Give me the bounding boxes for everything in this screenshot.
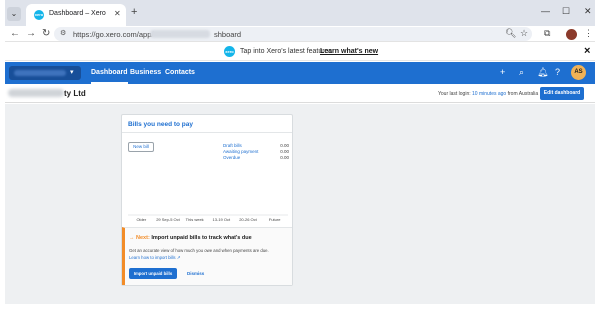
url-text-tail: shboard [214, 30, 242, 39]
bookmark-star-icon[interactable]: ☆ [520, 28, 528, 39]
arrow-right-icon: → [129, 235, 135, 241]
top-navigation: ▾ Dashboard Business Contacts + ⌕ 🔔︎ ? A… [0, 62, 600, 84]
search-icon[interactable]: ⌕ [519, 67, 524, 78]
tab-close-icon[interactable]: ✕ [114, 9, 121, 18]
tab-search-chevron-icon[interactable]: ⌄ [7, 7, 21, 21]
overdue-value: 0.00 [280, 155, 289, 160]
org-name-redacted [8, 89, 64, 97]
announcement-banner: xero Tap into Xero's latest features. Le… [0, 43, 600, 61]
create-new-icon[interactable]: + [500, 67, 505, 77]
organisation-header: ty Ltd Your last login: 10 minutes ago f… [0, 84, 600, 103]
last-login-info: Your last login: 10 minutes ago from Aus… [438, 91, 538, 97]
awaiting-payment-value: 0.00 [280, 149, 289, 154]
reload-icon[interactable]: ↻ [42, 28, 50, 39]
awaiting-payment-link[interactable]: Awaiting payment [223, 149, 258, 154]
next-step-description: Get an accurate view of how much you owe… [129, 248, 269, 253]
org-name-redacted [14, 70, 66, 76]
learn-import-bills-link[interactable]: Learn how to import bills ↗ [129, 255, 180, 261]
divider [122, 132, 292, 133]
last-login-prefix: Your last login: [438, 91, 471, 97]
browser-tab[interactable]: xero Dashboard – Xero ✕ [26, 4, 126, 26]
learn-whats-new-link[interactable]: Learn what's new [320, 48, 378, 55]
xero-favicon-icon: xero [34, 10, 44, 20]
dismiss-button[interactable]: Dismiss [187, 271, 204, 276]
maximize-icon[interactable]: ☐ [562, 6, 570, 17]
learn-import-bills-text[interactable]: Learn how to import bills [129, 255, 176, 260]
nav-contacts[interactable]: Contacts [165, 69, 195, 76]
chart-tick-label: Future [269, 217, 281, 222]
new-bill-button[interactable]: New bill [128, 142, 154, 152]
browser-menu-icon[interactable]: ⋮ [584, 28, 593, 39]
extensions-icon[interactable]: ⧉ [544, 28, 550, 39]
widget-title[interactable]: Bills you need to pay [128, 121, 193, 128]
import-unpaid-bills-button[interactable]: Import unpaid bills [129, 268, 177, 279]
chart-tick-label: This week [186, 217, 204, 222]
next-tag: Next: [136, 235, 150, 241]
xero-logo-icon: xero [224, 46, 235, 57]
window-close-icon[interactable]: ✕ [584, 6, 592, 17]
url-text: https://go.xero.com/app/ [73, 30, 154, 39]
organisation-switcher[interactable]: ▾ [9, 66, 81, 80]
url-redacted [150, 30, 210, 38]
external-link-icon: ↗ [176, 255, 181, 260]
address-bar: ← → ↻ ⚙ https://go.xero.com/app/ shboard… [0, 26, 600, 42]
bills-summary: Draft bills 0.00 Awaiting payment 0.00 O… [223, 143, 289, 161]
draft-bills-value: 0.00 [280, 143, 289, 148]
nav-business[interactable]: Business [130, 69, 161, 76]
chart-tick-label: Older [136, 217, 146, 222]
overdue-link[interactable]: Overdue [223, 155, 240, 160]
chart-tick-label: 13-19 Oct [213, 217, 231, 222]
browser-profile-avatar[interactable] [566, 29, 577, 40]
next-step-heading: → Next: Import unpaid bills to track wha… [129, 235, 252, 241]
bills-due-chart: Older 29 Sep-5 Oct This week 13-19 Oct 20-26… [128, 214, 288, 222]
site-info-icon[interactable]: ⚙ [60, 29, 66, 37]
tab-title: Dashboard – Xero [49, 10, 106, 17]
chart-tick-label: 29 Sep-5 Oct [156, 217, 180, 222]
page-edge-right [595, 0, 600, 313]
edit-dashboard-button[interactable]: Edit dashboard [540, 87, 584, 100]
help-icon[interactable]: ? [555, 67, 560, 77]
organisation-name: ty Ltd [64, 89, 86, 98]
back-arrow-icon[interactable]: ← [10, 28, 20, 39]
summary-row: Overdue 0.00 [223, 155, 289, 161]
nav-dashboard[interactable]: Dashboard [91, 69, 128, 84]
banner-close-icon[interactable]: × [584, 45, 590, 57]
bills-to-pay-widget: Bills you need to pay New bill Draft bil… [121, 114, 293, 286]
draft-bills-link[interactable]: Draft bills [223, 143, 242, 148]
zoom-icon[interactable]: 🔍︎ [505, 28, 516, 39]
last-login-ago-link[interactable]: 10 minutes ago [472, 91, 506, 97]
browser-tabstrip: ⌄ xero Dashboard – Xero ✕ + — ☐ ✕ [0, 0, 600, 26]
minimize-icon[interactable]: — [541, 6, 550, 16]
dashboard-canvas [5, 104, 595, 304]
url-field[interactable]: ⚙ https://go.xero.com/app/ shboard [54, 27, 532, 41]
chart-tick-label: 20-26 Oct [239, 217, 257, 222]
user-avatar[interactable]: AS [571, 65, 586, 80]
notifications-bell-icon[interactable]: 🔔︎ [537, 67, 548, 78]
new-tab-icon[interactable]: + [131, 6, 137, 18]
last-login-suffix: from Australia [507, 91, 539, 97]
forward-arrow-icon[interactable]: → [26, 28, 36, 39]
next-step-panel: → Next: Import unpaid bills to track wha… [122, 227, 292, 285]
next-step-title: Import unpaid bills to track what's due [151, 235, 252, 241]
chevron-down-icon: ▾ [70, 69, 74, 76]
